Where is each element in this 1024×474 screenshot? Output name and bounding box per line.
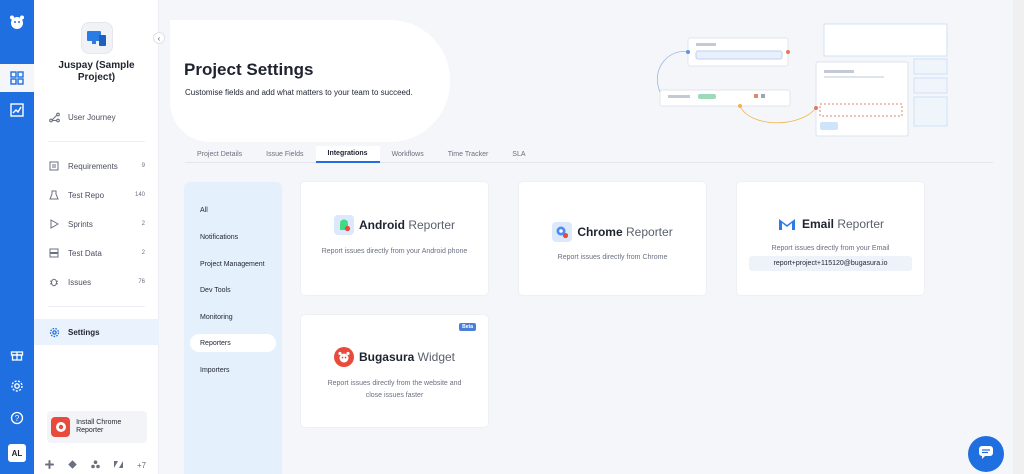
requirements-icon bbox=[48, 160, 60, 172]
card-title: Chrome Reporter bbox=[577, 225, 673, 239]
tab-issue-fields[interactable]: Issue Fields bbox=[254, 146, 315, 163]
chat-support-button[interactable] bbox=[968, 436, 1004, 472]
nav-label: Test Repo bbox=[68, 190, 105, 200]
android-reporter-card[interactable]: Android Reporter Report issues directly … bbox=[301, 182, 488, 295]
journey-icon bbox=[48, 111, 60, 123]
nav-issues[interactable]: Issues 76 bbox=[34, 269, 159, 295]
test-data-icon bbox=[48, 247, 60, 259]
install-chrome-label: Install Chrome Reporter bbox=[76, 419, 122, 434]
category-reporters[interactable]: Reporters bbox=[190, 334, 276, 352]
bugasura-icon bbox=[333, 347, 354, 367]
card-title: Bugasura Widget bbox=[358, 350, 456, 364]
help-icon[interactable]: ? bbox=[0, 404, 34, 432]
integrations-category-menu: All Notifications Project Management Dev… bbox=[184, 182, 282, 474]
count-badge: 140 bbox=[134, 192, 145, 198]
divider bbox=[48, 306, 145, 307]
zendesk-icon[interactable] bbox=[114, 460, 123, 471]
bugasura-widget-card[interactable]: Beta Bugasura Widget Report issues direc… bbox=[301, 315, 488, 427]
settings-illustration bbox=[657, 23, 948, 137]
header-background-shape bbox=[170, 20, 450, 142]
nav-test-repo[interactable]: Test Repo 140 bbox=[34, 182, 159, 208]
slack-icon[interactable] bbox=[45, 460, 54, 471]
category-importers[interactable]: Importers bbox=[190, 361, 276, 379]
nav-label: Requirements bbox=[68, 161, 118, 171]
tab-project-details[interactable]: Project Details bbox=[185, 146, 254, 163]
bug-icon bbox=[48, 276, 60, 288]
count-badge: 2 bbox=[141, 221, 145, 227]
gmail-icon bbox=[777, 214, 797, 234]
project-name: Juspay (Sample Project) bbox=[58, 60, 135, 83]
nav-label: Issues bbox=[68, 277, 92, 287]
card-heading: Android Reporter bbox=[301, 215, 488, 235]
nav-label: Sprints bbox=[68, 219, 93, 229]
settings-gear-icon bbox=[48, 326, 60, 338]
more-integrations[interactable]: +7 bbox=[137, 461, 146, 470]
count-badge: 9 bbox=[141, 163, 145, 169]
user-avatar[interactable]: AL bbox=[8, 444, 26, 462]
svg-text:?: ? bbox=[15, 414, 20, 423]
nav-label: Test Data bbox=[68, 248, 102, 258]
reporter-email-address[interactable]: report+project+115120@bugasura.io bbox=[749, 256, 912, 271]
tab-sla[interactable]: SLA bbox=[500, 146, 537, 163]
settings-tabs: Project Details Issue Fields Integration… bbox=[185, 146, 993, 163]
asana-icon[interactable] bbox=[91, 460, 100, 471]
category-notifications[interactable]: Notifications bbox=[190, 228, 276, 246]
count-badge: 2 bbox=[141, 250, 145, 256]
gear-icon[interactable] bbox=[0, 372, 34, 400]
email-reporter-card[interactable]: Email Reporter Report issues directly fr… bbox=[737, 182, 924, 295]
card-heading: Bugasura Widget bbox=[301, 347, 488, 367]
gift-icon[interactable] bbox=[0, 340, 34, 368]
sprints-icon bbox=[48, 218, 60, 230]
chrome-icon bbox=[552, 222, 573, 242]
card-heading: Chrome Reporter bbox=[519, 222, 706, 242]
page-subtitle: Customise fields and add what matters to… bbox=[185, 88, 413, 97]
tab-workflows[interactable]: Workflows bbox=[380, 146, 436, 163]
page-title: Project Settings bbox=[184, 60, 314, 79]
nav-requirements[interactable]: Requirements 9 bbox=[34, 153, 159, 179]
chrome-reporter-card[interactable]: Chrome Reporter Report issues directly f… bbox=[519, 182, 706, 295]
page-scrollbar[interactable] bbox=[1013, 0, 1024, 474]
card-description: Report issues directly from your Android… bbox=[321, 248, 468, 255]
collapse-sidebar-button[interactable]: ‹ bbox=[153, 32, 165, 44]
git-icon[interactable] bbox=[68, 460, 77, 471]
card-description: Report issues directly from the website … bbox=[327, 380, 462, 399]
card-description: Report issues directly from your Email bbox=[771, 245, 890, 252]
tab-time-tracker[interactable]: Time Tracker bbox=[436, 146, 501, 163]
dashboard-icon[interactable] bbox=[0, 64, 34, 92]
android-icon bbox=[333, 215, 354, 235]
analytics-icon[interactable] bbox=[0, 96, 34, 124]
tab-integrations[interactable]: Integrations bbox=[315, 146, 380, 163]
card-title: Email Reporter bbox=[801, 217, 885, 231]
bugasura-chrome-icon bbox=[51, 417, 71, 437]
category-all[interactable]: All bbox=[190, 201, 276, 219]
category-project-management[interactable]: Project Management bbox=[190, 255, 276, 273]
category-dev-tools[interactable]: Dev Tools bbox=[190, 281, 276, 299]
bugasura-logo-icon[interactable] bbox=[0, 8, 34, 36]
nav-label: Settings bbox=[68, 327, 100, 337]
app-rail: ? AL bbox=[0, 0, 34, 474]
nav-settings[interactable]: Settings bbox=[34, 319, 159, 345]
nav-sprints[interactable]: Sprints 2 bbox=[34, 211, 159, 237]
nav-test-data[interactable]: Test Data 2 bbox=[34, 240, 159, 266]
divider bbox=[48, 141, 145, 142]
integrations-icon-row: +7 bbox=[45, 460, 146, 471]
count-badge: 76 bbox=[138, 279, 145, 285]
test-repo-icon bbox=[48, 189, 60, 201]
card-heading: Email Reporter bbox=[737, 214, 924, 234]
project-logo bbox=[81, 22, 113, 54]
card-title: Android Reporter bbox=[358, 218, 456, 232]
project-sidebar: Juspay (Sample Project) User Journey Req… bbox=[34, 0, 159, 474]
card-description: Report issues directly from Chrome bbox=[557, 254, 668, 261]
beta-badge: Beta bbox=[459, 323, 476, 331]
category-monitoring[interactable]: Monitoring bbox=[190, 308, 276, 326]
install-chrome-reporter-card[interactable]: Install Chrome Reporter bbox=[47, 411, 147, 443]
nav-label: User Journey bbox=[68, 112, 116, 122]
chat-icon bbox=[978, 445, 994, 464]
nav-user-journey[interactable]: User Journey bbox=[34, 104, 159, 130]
